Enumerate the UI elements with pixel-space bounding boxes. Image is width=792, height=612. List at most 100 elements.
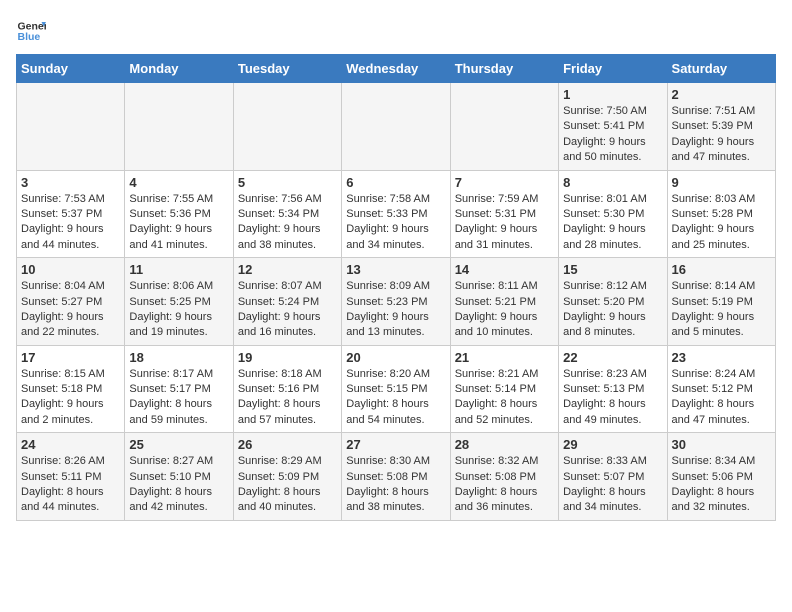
- calendar-cell: [17, 83, 125, 171]
- day-info: Sunrise: 8:34 AM Sunset: 5:06 PM Dayligh…: [672, 454, 771, 516]
- calendar-week-row: 3 Sunrise: 7:53 AM Sunset: 5:37 PM Daylig…: [17, 170, 776, 258]
- day-number: 23: [672, 350, 771, 365]
- day-number: 18: [129, 350, 228, 365]
- weekday-header-cell: Wednesday: [342, 55, 450, 83]
- day-info: Sunrise: 8:04 AM Sunset: 5:27 PM Dayligh…: [21, 279, 120, 341]
- calendar-cell: 20 Sunrise: 8:20 AM Sunset: 5:15 PM Dayli…: [342, 345, 450, 433]
- day-number: 11: [129, 262, 228, 277]
- day-info: Sunrise: 7:59 AM Sunset: 5:31 PM Dayligh…: [455, 192, 554, 254]
- weekday-header-cell: Tuesday: [233, 55, 341, 83]
- day-info: Sunrise: 8:11 AM Sunset: 5:21 PM Dayligh…: [455, 279, 554, 341]
- weekday-header-cell: Saturday: [667, 55, 775, 83]
- calendar-week-row: 10 Sunrise: 8:04 AM Sunset: 5:27 PM Dayli…: [17, 258, 776, 346]
- day-info: Sunrise: 7:51 AM Sunset: 5:39 PM Dayligh…: [672, 104, 771, 166]
- day-number: 29: [563, 437, 662, 452]
- day-info: Sunrise: 8:14 AM Sunset: 5:19 PM Dayligh…: [672, 279, 771, 341]
- calendar-body: 1Sunrise: 7:50 AM Sunset: 5:41 PM Daylig…: [17, 83, 776, 521]
- day-number: 1: [563, 87, 662, 102]
- day-info: Sunrise: 7:53 AM Sunset: 5:37 PM Dayligh…: [21, 192, 120, 254]
- day-number: 25: [129, 437, 228, 452]
- calendar-cell: 29 Sunrise: 8:33 AM Sunset: 5:07 PM Dayli…: [559, 433, 667, 521]
- day-number: 8: [563, 175, 662, 190]
- day-number: 16: [672, 262, 771, 277]
- day-number: 14: [455, 262, 554, 277]
- calendar-cell: 15Sunrise: 8:12 AM Sunset: 5:20 PM Dayli…: [559, 258, 667, 346]
- day-info: Sunrise: 7:55 AM Sunset: 5:36 PM Dayligh…: [129, 192, 228, 254]
- day-info: Sunrise: 8:09 AM Sunset: 5:23 PM Dayligh…: [346, 279, 445, 341]
- calendar-cell: 1Sunrise: 7:50 AM Sunset: 5:41 PM Daylig…: [559, 83, 667, 171]
- day-info: Sunrise: 8:20 AM Sunset: 5:15 PM Dayligh…: [346, 367, 445, 429]
- calendar-cell: 24 Sunrise: 8:26 AM Sunset: 5:11 PM Dayli…: [17, 433, 125, 521]
- day-info: Sunrise: 8:06 AM Sunset: 5:25 PM Dayligh…: [129, 279, 228, 341]
- calendar-cell: [233, 83, 341, 171]
- calendar-cell: 23 Sunrise: 8:24 AM Sunset: 5:12 PM Dayli…: [667, 345, 775, 433]
- day-info: Sunrise: 8:17 AM Sunset: 5:17 PM Dayligh…: [129, 367, 228, 429]
- day-info: Sunrise: 8:01 AM Sunset: 5:30 PM Dayligh…: [563, 192, 662, 254]
- day-info: Sunrise: 8:33 AM Sunset: 5:07 PM Dayligh…: [563, 454, 662, 516]
- calendar-cell: 5 Sunrise: 7:56 AM Sunset: 5:34 PM Daylig…: [233, 170, 341, 258]
- weekday-header-cell: Sunday: [17, 55, 125, 83]
- day-number: 9: [672, 175, 771, 190]
- day-number: 3: [21, 175, 120, 190]
- day-info: Sunrise: 8:26 AM Sunset: 5:11 PM Dayligh…: [21, 454, 120, 516]
- calendar-cell: 4 Sunrise: 7:55 AM Sunset: 5:36 PM Daylig…: [125, 170, 233, 258]
- calendar-cell: 10 Sunrise: 8:04 AM Sunset: 5:27 PM Dayli…: [17, 258, 125, 346]
- calendar-cell: 25 Sunrise: 8:27 AM Sunset: 5:10 PM Dayli…: [125, 433, 233, 521]
- day-info: Sunrise: 8:21 AM Sunset: 5:14 PM Dayligh…: [455, 367, 554, 429]
- day-info: Sunrise: 8:29 AM Sunset: 5:09 PM Dayligh…: [238, 454, 337, 516]
- day-number: 19: [238, 350, 337, 365]
- day-info: Sunrise: 8:03 AM Sunset: 5:28 PM Dayligh…: [672, 192, 771, 254]
- day-info: Sunrise: 8:27 AM Sunset: 5:10 PM Dayligh…: [129, 454, 228, 516]
- calendar-cell: 6Sunrise: 7:58 AM Sunset: 5:33 PM Daylig…: [342, 170, 450, 258]
- day-info: Sunrise: 8:32 AM Sunset: 5:08 PM Dayligh…: [455, 454, 554, 516]
- day-number: 20: [346, 350, 445, 365]
- calendar-cell: 7 Sunrise: 7:59 AM Sunset: 5:31 PM Daylig…: [450, 170, 558, 258]
- weekday-header-row: SundayMondayTuesdayWednesdayThursdayFrid…: [17, 55, 776, 83]
- calendar-table: SundayMondayTuesdayWednesdayThursdayFrid…: [16, 54, 776, 521]
- calendar-cell: 18 Sunrise: 8:17 AM Sunset: 5:17 PM Dayli…: [125, 345, 233, 433]
- calendar-cell: 22 Sunrise: 8:23 AM Sunset: 5:13 PM Dayli…: [559, 345, 667, 433]
- calendar-cell: 14 Sunrise: 8:11 AM Sunset: 5:21 PM Dayli…: [450, 258, 558, 346]
- calendar-cell: 27Sunrise: 8:30 AM Sunset: 5:08 PM Dayli…: [342, 433, 450, 521]
- day-info: Sunrise: 8:18 AM Sunset: 5:16 PM Dayligh…: [238, 367, 337, 429]
- calendar-cell: 13Sunrise: 8:09 AM Sunset: 5:23 PM Dayli…: [342, 258, 450, 346]
- logo-icon: General Blue: [16, 16, 46, 46]
- weekday-header-cell: Monday: [125, 55, 233, 83]
- day-number: 28: [455, 437, 554, 452]
- day-number: 12: [238, 262, 337, 277]
- calendar-cell: 28 Sunrise: 8:32 AM Sunset: 5:08 PM Dayli…: [450, 433, 558, 521]
- calendar-cell: 3 Sunrise: 7:53 AM Sunset: 5:37 PM Daylig…: [17, 170, 125, 258]
- calendar-cell: [125, 83, 233, 171]
- calendar-cell: [450, 83, 558, 171]
- day-info: Sunrise: 8:12 AM Sunset: 5:20 PM Dayligh…: [563, 279, 662, 341]
- day-number: 22: [563, 350, 662, 365]
- calendar-cell: 19 Sunrise: 8:18 AM Sunset: 5:16 PM Dayli…: [233, 345, 341, 433]
- calendar-cell: 21 Sunrise: 8:21 AM Sunset: 5:14 PM Dayli…: [450, 345, 558, 433]
- day-number: 6: [346, 175, 445, 190]
- day-number: 26: [238, 437, 337, 452]
- day-number: 17: [21, 350, 120, 365]
- calendar-cell: 8 Sunrise: 8:01 AM Sunset: 5:30 PM Daylig…: [559, 170, 667, 258]
- day-number: 4: [129, 175, 228, 190]
- calendar-cell: [342, 83, 450, 171]
- day-info: Sunrise: 7:56 AM Sunset: 5:34 PM Dayligh…: [238, 192, 337, 254]
- day-info: Sunrise: 8:30 AM Sunset: 5:08 PM Dayligh…: [346, 454, 445, 516]
- day-number: 24: [21, 437, 120, 452]
- calendar-cell: 30 Sunrise: 8:34 AM Sunset: 5:06 PM Dayli…: [667, 433, 775, 521]
- day-number: 30: [672, 437, 771, 452]
- day-number: 5: [238, 175, 337, 190]
- day-info: Sunrise: 8:07 AM Sunset: 5:24 PM Dayligh…: [238, 279, 337, 341]
- calendar-cell: 17Sunrise: 8:15 AM Sunset: 5:18 PM Dayli…: [17, 345, 125, 433]
- day-number: 7: [455, 175, 554, 190]
- day-number: 10: [21, 262, 120, 277]
- calendar-cell: 26 Sunrise: 8:29 AM Sunset: 5:09 PM Dayli…: [233, 433, 341, 521]
- calendar-week-row: 1Sunrise: 7:50 AM Sunset: 5:41 PM Daylig…: [17, 83, 776, 171]
- day-info: Sunrise: 8:23 AM Sunset: 5:13 PM Dayligh…: [563, 367, 662, 429]
- day-number: 21: [455, 350, 554, 365]
- calendar-week-row: 17Sunrise: 8:15 AM Sunset: 5:18 PM Dayli…: [17, 345, 776, 433]
- svg-text:Blue: Blue: [18, 31, 41, 43]
- calendar-cell: 16 Sunrise: 8:14 AM Sunset: 5:19 PM Dayli…: [667, 258, 775, 346]
- day-info: Sunrise: 8:24 AM Sunset: 5:12 PM Dayligh…: [672, 367, 771, 429]
- logo: General Blue: [16, 16, 46, 46]
- calendar-cell: 9 Sunrise: 8:03 AM Sunset: 5:28 PM Daylig…: [667, 170, 775, 258]
